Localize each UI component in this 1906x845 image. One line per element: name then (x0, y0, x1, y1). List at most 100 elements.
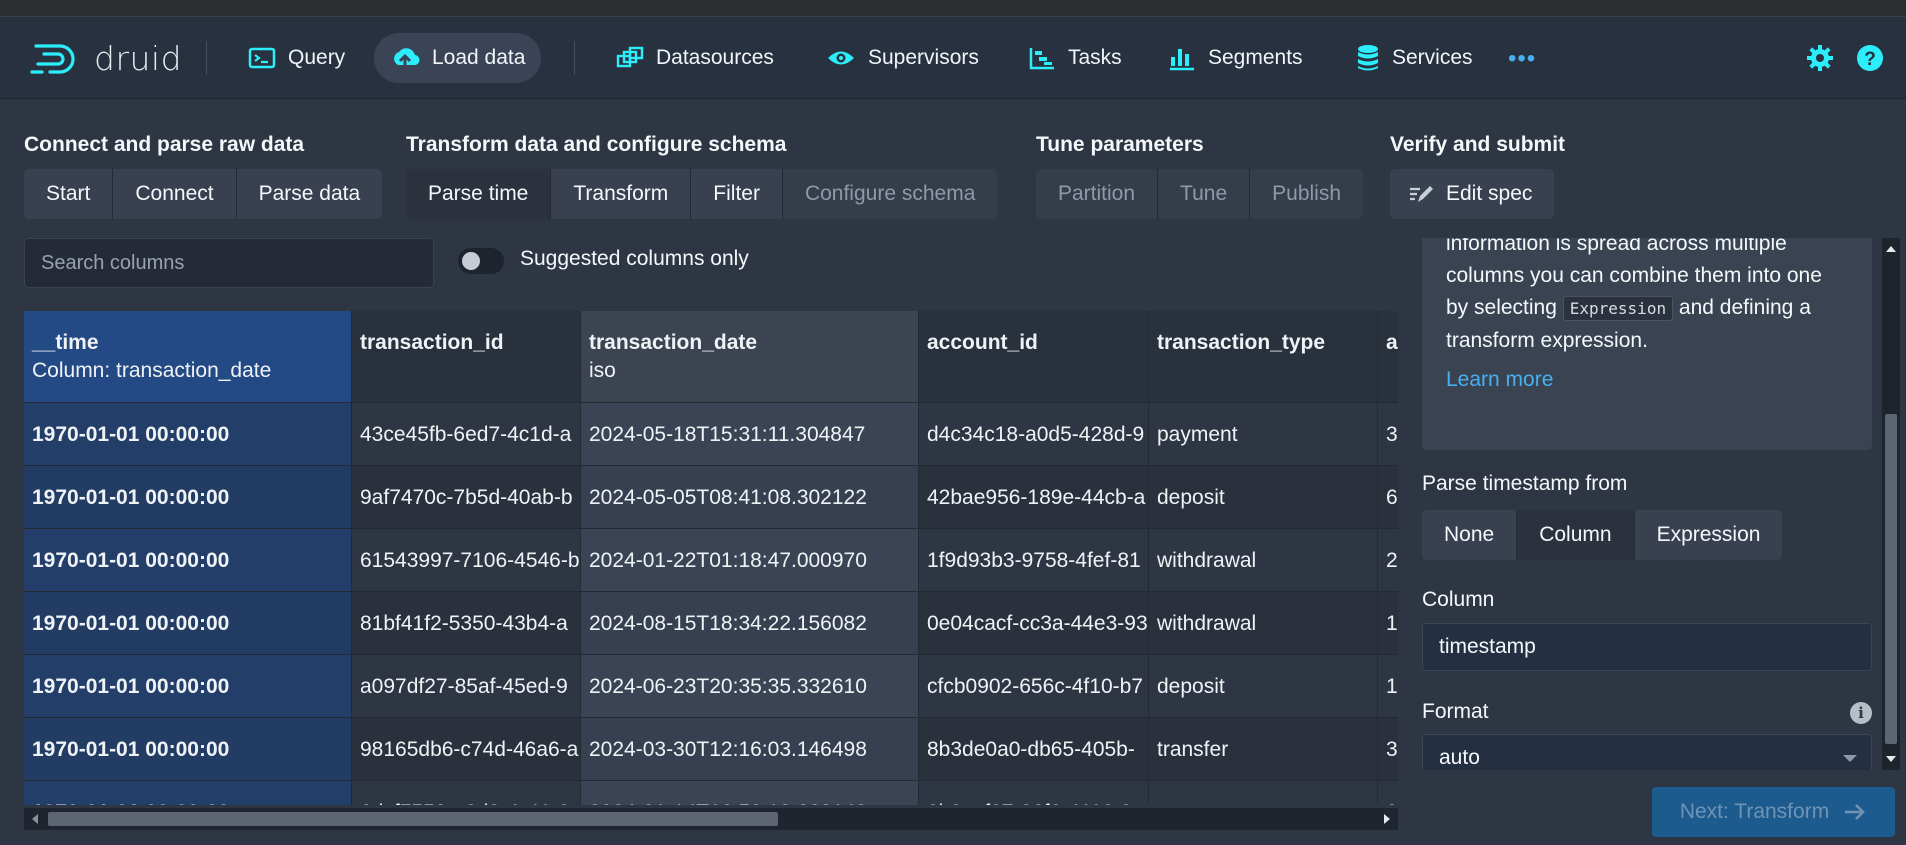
column-label: Column (1422, 588, 1495, 611)
scroll-down-arrow-icon[interactable] (1886, 756, 1896, 762)
column-header-amount[interactable]: a (1378, 311, 1398, 403)
parse-none-button[interactable]: None (1422, 510, 1518, 560)
nav-datasources-label: Datasources (656, 46, 774, 69)
format-select[interactable]: auto (1422, 734, 1872, 770)
svg-text:?: ? (1864, 49, 1876, 70)
next-transform-button[interactable]: Next: Transform (1652, 787, 1895, 837)
table-cell: d4c34c18-a0d5-428d-9 (919, 403, 1149, 466)
table-cell: 8 (1378, 781, 1398, 805)
vertical-scrollbar[interactable] (1882, 238, 1900, 770)
column-name: transaction_id (360, 331, 504, 354)
table-cell: withdrawal (1149, 529, 1378, 592)
step-filter-button[interactable]: Filter (691, 169, 783, 219)
table-row: 1970-01-01 00:00:00 43ce45fb-6ed7-4c1d-a 2… (24, 403, 1398, 466)
nav-query-label: Query (288, 46, 346, 69)
column-header-transaction-id[interactable]: transaction_id (352, 311, 581, 403)
suggested-columns-toggle[interactable] (458, 248, 504, 274)
scroll-left-arrow-icon[interactable] (32, 814, 38, 824)
step-edit-spec-button[interactable]: Edit spec (1390, 169, 1555, 219)
table-cell: 1f9d93b3-9758-4fef-81 (919, 529, 1149, 592)
table-cell: 6dcf7552-e3d3-4c11-9 (352, 781, 581, 805)
table-cell: 1970-01-01 00:00:00 (24, 529, 352, 592)
nav-segments[interactable]: Segments (1152, 33, 1319, 83)
info-icon[interactable]: i (1850, 702, 1872, 724)
nav-supervisors-label: Supervisors (868, 46, 979, 69)
help-icon[interactable]: ? (1856, 44, 1884, 72)
table-row: 1970-01-01 00:00:00 81bf41f2-5350-43b4-a 2… (24, 592, 1398, 655)
column-input[interactable]: timestamp (1422, 623, 1872, 671)
step-group-tune: Tune parameters Partition Tune Publish (1036, 130, 1364, 219)
gantt-icon (1029, 48, 1054, 70)
table-cell: payment (1149, 403, 1378, 466)
table-cell: 2024-08-15T18:34:22.156082 (581, 592, 919, 655)
table-cell: payment (1149, 781, 1378, 805)
table-cell: 1 (1378, 592, 1398, 655)
column-name: transaction_date (589, 331, 758, 354)
edit-spec-icon (1410, 186, 1433, 202)
expression-code: Expression (1562, 296, 1674, 321)
arrow-right-icon (1845, 804, 1866, 820)
druid-logo-icon (30, 44, 75, 74)
step-parse-time-button[interactable]: Parse time (406, 169, 552, 219)
step-group-verify: Verify and submit Edit spec (1390, 130, 1565, 219)
table-cell: 1 (1378, 655, 1398, 718)
table-cell: 1970-01-01 00:00:00 (24, 403, 352, 466)
step-partition-button[interactable]: Partition (1036, 169, 1159, 219)
column-name: account_id (927, 331, 1038, 354)
nav-query[interactable]: Query (232, 33, 361, 83)
table-header-row: __time Column: transaction_date transacti… (24, 311, 1398, 403)
step-start-button[interactable]: Start (24, 169, 114, 219)
parse-expression-button[interactable]: Expression (1634, 510, 1783, 560)
table-cell: withdrawal (1149, 592, 1378, 655)
column-header-transaction-type[interactable]: transaction_type (1149, 311, 1378, 403)
column-header-transaction-date[interactable]: transaction_dateiso (581, 311, 919, 403)
column-header-time[interactable]: __time Column: transaction_date (24, 311, 352, 403)
nav-supervisors[interactable]: Supervisors (810, 33, 995, 83)
column-name: transaction_type (1157, 331, 1326, 354)
step-parse-data-button[interactable]: Parse data (236, 169, 383, 219)
suggested-columns-label: Suggested columns only (520, 247, 749, 270)
step-connect-button[interactable]: Connect (113, 169, 237, 219)
more-menu-icon[interactable]: ••• (1508, 45, 1536, 73)
column-header-account-id[interactable]: account_id (919, 311, 1149, 403)
nav-tasks[interactable]: Tasks (1012, 33, 1138, 83)
table-cell: 1970-01-01 00:00:00 (24, 592, 352, 655)
info-callout: information is spread across multiple co… (1422, 238, 1872, 450)
nav-load-data[interactable]: Load data (374, 33, 542, 83)
column-name: a (1386, 331, 1398, 354)
step-group-transform: Transform data and configure schema Pars… (406, 130, 998, 219)
query-icon (248, 47, 276, 69)
nav-services[interactable]: Services (1340, 33, 1489, 83)
scroll-right-arrow-icon[interactable] (1384, 814, 1390, 824)
table-cell: deposit (1149, 466, 1378, 529)
horizontal-scroll-thumb[interactable] (48, 812, 778, 826)
table-cell: 43ce45fb-6ed7-4c1d-a (352, 403, 581, 466)
horizontal-scrollbar[interactable] (24, 808, 1398, 830)
table-row: 1970-01-01 00:00:00 98165db6-c74d-46a6-a 2… (24, 718, 1398, 781)
column-subtitle: iso (589, 359, 616, 382)
nav-services-label: Services (1392, 46, 1473, 69)
scroll-up-arrow-icon[interactable] (1886, 246, 1896, 252)
step-publish-button[interactable]: Publish (1250, 169, 1364, 219)
table-cell: 2024-05-18T15:31:11.304847 (581, 403, 919, 466)
window-top-strip (0, 0, 1906, 17)
parse-column-button[interactable]: Column (1517, 510, 1635, 560)
learn-more-link[interactable]: Learn more (1446, 368, 1553, 392)
step-configure-schema-button[interactable]: Configure schema (782, 169, 998, 219)
table-cell: 2024-03-30T12:16:03.146498 (581, 718, 919, 781)
gear-icon[interactable] (1806, 44, 1834, 72)
nav-datasources[interactable]: Datasources (600, 33, 790, 83)
table-cell: cfcb0902-656c-4f10-b7 (919, 655, 1149, 718)
table-cell: 1970-01-01 00:00:00 (24, 466, 352, 529)
column-name: __time (32, 331, 99, 354)
step-tune-button[interactable]: Tune (1158, 169, 1251, 219)
vertical-scroll-thumb[interactable] (1885, 414, 1897, 744)
search-columns-input[interactable]: Search columns (24, 238, 434, 288)
data-preview-table: __time Column: transaction_date transacti… (24, 311, 1398, 805)
table-cell: 1970-01-01 00:00:00 (24, 655, 352, 718)
table-cell: deposit (1149, 655, 1378, 718)
table-row: 1970-01-01 00:00:00 9af7470c-7b5d-40ab-b 2… (24, 466, 1398, 529)
step-transform-button[interactable]: Transform (551, 169, 692, 219)
table-cell: 1970-01-01 00:00:00 (24, 718, 352, 781)
druid-logo[interactable]: druid (30, 37, 182, 79)
